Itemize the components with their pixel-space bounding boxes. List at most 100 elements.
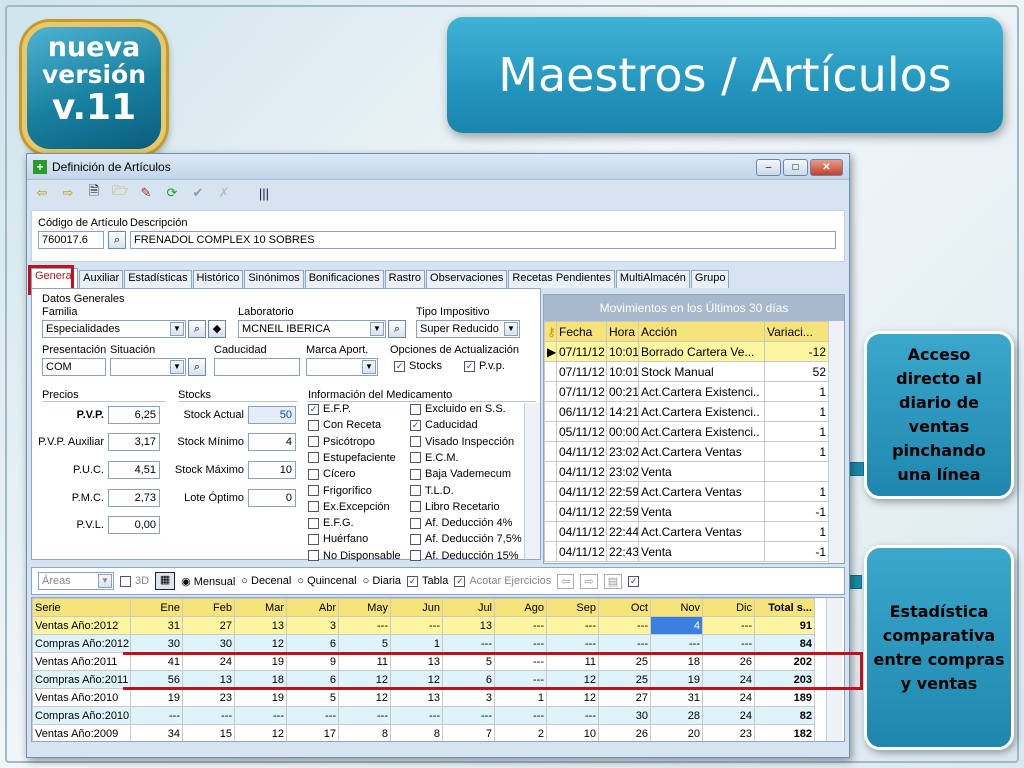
- stock-value-1[interactable]: 4: [248, 433, 296, 451]
- tab-bonificaciones[interactable]: Bonificaciones: [304, 270, 384, 288]
- med-checkbox[interactable]: Baja Vademecum: [410, 468, 511, 480]
- movimientos-row[interactable]: 04/11/12 22:59 Venta -1: [544, 501, 829, 522]
- familia-select[interactable]: Especialidades ▼: [42, 320, 186, 338]
- situacion-select[interactable]: ▼: [110, 358, 186, 376]
- med-checkbox[interactable]: Frigorífico: [308, 485, 372, 497]
- precio-value-0[interactable]: 6,25: [108, 406, 160, 424]
- estadistica-col-header[interactable]: Sep: [546, 598, 599, 617]
- code-search-icon[interactable]: ⌕: [108, 231, 126, 249]
- tab-rastro[interactable]: Rastro: [384, 270, 426, 288]
- med-checkbox[interactable]: ✓ E.F.P.: [308, 403, 351, 415]
- situacion-search-icon[interactable]: ⌕: [188, 358, 206, 376]
- estadistica-row[interactable]: Compras Año:2012 30 30 12 6 5 1 --- --- --- --- ---…: [32, 634, 815, 653]
- med-checkbox[interactable]: Af. Deducción 7,5%: [410, 533, 522, 545]
- open-icon[interactable]: 🗁: [111, 182, 129, 204]
- med-checkbox[interactable]: Huérfano: [308, 533, 368, 545]
- movimientos-row[interactable]: 05/11/12 00:00 Act.Cartera Existenci.. 1: [544, 421, 829, 442]
- estadistica-row[interactable]: Compras Año:2010 --- --- --- --- --- --- --- ---…: [32, 706, 815, 725]
- estadistica-col-header[interactable]: Ago: [494, 598, 547, 617]
- close-button[interactable]: ✕: [810, 159, 843, 176]
- estadistica-col-header[interactable]: Mar: [234, 598, 287, 617]
- code-field[interactable]: 760017.6: [38, 231, 104, 249]
- med-checkbox[interactable]: Ex.Excepción: [308, 501, 390, 513]
- movimientos-row[interactable]: 06/11/12 14:21 Act.Cartera Existenci.. 1: [544, 401, 829, 422]
- estadistica-row[interactable]: Ventas Año:2009 34 15 12 17 8 8 7 2 10 26 20 23 182: [32, 724, 815, 741]
- med-checkbox[interactable]: T.L.D.: [410, 485, 454, 497]
- maximize-button[interactable]: □: [783, 159, 808, 176]
- tab-sinonimos[interactable]: Sinónimos: [244, 270, 304, 288]
- estadistica-row[interactable]: Ventas Año:2012 31 27 13 3 --- --- 13 --- --- --- 4…: [32, 616, 815, 635]
- decenal-radio[interactable]: ○ Decenal: [241, 575, 291, 587]
- minimize-button[interactable]: ‒: [756, 159, 781, 176]
- familia-search-icon[interactable]: ⌕: [188, 320, 206, 338]
- laboratorio-search-icon[interactable]: ⌕: [388, 320, 406, 338]
- estadistica-col-header[interactable]: Serie: [32, 598, 131, 617]
- refresh-icon[interactable]: ⟳: [163, 185, 181, 201]
- arrow-left-icon[interactable]: ⇦: [557, 573, 575, 589]
- movimientos-col-variacion[interactable]: Variaci...: [764, 321, 829, 342]
- tipo-impositivo-select[interactable]: Super Reducido ▼: [416, 320, 520, 338]
- calendar-icon[interactable]: ▦: [155, 572, 176, 590]
- mensual-radio[interactable]: ◉ Mensual: [181, 575, 235, 588]
- movimientos-col-hora[interactable]: Hora: [606, 321, 639, 342]
- movimientos-row[interactable]: 07/11/12 10:01 Stock Manual 52: [544, 361, 829, 382]
- estadistica-col-header[interactable]: Feb: [182, 598, 235, 617]
- tab-multialmacen[interactable]: MultiAlmacén: [615, 270, 690, 288]
- checkbox-checked-icon[interactable]: ✓: [628, 575, 640, 587]
- estadistica-col-header[interactable]: Ene: [130, 598, 183, 617]
- estadistica-col-header[interactable]: Jun: [390, 598, 443, 617]
- estadistica-row[interactable]: Ventas Año:2010 19 23 19 5 12 13 3 1 12 27 31 24 189: [32, 688, 815, 707]
- desc-field[interactable]: FRENADOL COMPLEX 10 SOBRES: [130, 231, 836, 249]
- med-checkbox[interactable]: No Disponsable: [308, 550, 401, 562]
- tabla-checkbox[interactable]: ✓ Tabla: [407, 575, 448, 587]
- diaria-radio[interactable]: ○ Diaria: [363, 575, 401, 587]
- movimientos-col-accion[interactable]: Acción: [638, 321, 765, 342]
- precio-value-2[interactable]: 4,51: [108, 461, 160, 479]
- laboratorio-select[interactable]: MCNEIL IBERICA ▼: [238, 320, 386, 338]
- movimientos-row[interactable]: 04/11/12 22:44 Act.Cartera Ventas 1: [544, 521, 829, 542]
- med-checkbox[interactable]: Cícero: [308, 468, 355, 480]
- arrow-right-icon[interactable]: ⇨: [580, 573, 598, 589]
- movimientos-col-fecha[interactable]: Fecha: [556, 321, 607, 342]
- accept-icon[interactable]: ✔: [189, 185, 207, 201]
- grid-icon[interactable]: ▤: [603, 573, 623, 589]
- tab-grupo[interactable]: Grupo: [690, 270, 730, 288]
- precio-value-1[interactable]: 3,17: [108, 433, 160, 451]
- caducidad-field[interactable]: [214, 358, 300, 376]
- familia-shapes-icon[interactable]: ◆: [208, 320, 226, 338]
- precio-value-4[interactable]: 0,00: [108, 516, 160, 534]
- next-icon[interactable]: ⇨: [59, 185, 77, 201]
- new-icon[interactable]: 🗎: [85, 182, 103, 204]
- areas-select[interactable]: Áreas ▼: [38, 572, 114, 590]
- d3-checkbox[interactable]: 3D: [120, 575, 149, 587]
- med-checkbox[interactable]: Psicótropo: [308, 436, 375, 448]
- tab-observaciones[interactable]: Observaciones: [426, 270, 508, 288]
- barcode-icon[interactable]: |||: [255, 186, 273, 201]
- med-checkbox[interactable]: E.C.M.: [410, 452, 459, 464]
- tab-estadisticas[interactable]: Estadísticas: [124, 270, 192, 288]
- movimientos-row[interactable]: 07/11/12 00:21 Act.Cartera Existenci.. 1: [544, 381, 829, 402]
- quincenal-radio[interactable]: ○ Quincenal: [297, 575, 356, 587]
- med-checkbox[interactable]: ✓ Caducidad: [410, 419, 478, 431]
- med-checkbox[interactable]: Con Receta: [308, 419, 381, 431]
- tab-auxiliar[interactable]: Auxiliar: [79, 270, 124, 288]
- med-checkbox[interactable]: Excluido en S.S.: [410, 403, 506, 415]
- tab-recetas[interactable]: Recetas Pendientes: [508, 270, 615, 288]
- med-checkbox[interactable]: Libro Recetario: [410, 501, 500, 513]
- estadistica-col-header[interactable]: Nov: [650, 598, 703, 617]
- movimientos-row[interactable]: 04/11/12 23:02 Act.Cartera Ventas 1: [544, 441, 829, 462]
- movimientos-scrollbar[interactable]: [828, 321, 844, 563]
- estadistica-col-header[interactable]: Oct: [598, 598, 651, 617]
- estadistica-col-header[interactable]: Total s...: [754, 598, 815, 617]
- cancel-icon[interactable]: ✗: [215, 185, 233, 201]
- stock-value-3[interactable]: 0: [248, 489, 296, 507]
- opt-pvp-checkbox[interactable]: ✓ P.v.p.: [464, 360, 505, 372]
- estadistica-col-header[interactable]: Jul: [442, 598, 495, 617]
- movimientos-row[interactable]: 04/11/12 23:02 Venta: [544, 461, 829, 482]
- opt-stocks-checkbox[interactable]: ✓ Stocks: [394, 360, 442, 372]
- marca-aport-select[interactable]: ▼: [306, 358, 378, 376]
- stock-value-2[interactable]: 10: [248, 461, 296, 479]
- presentacion-field[interactable]: COM: [42, 358, 106, 376]
- precio-value-3[interactable]: 2,73: [108, 489, 160, 507]
- movimientos-row[interactable]: 04/11/12 22:59 Act.Cartera Ventas 1: [544, 481, 829, 502]
